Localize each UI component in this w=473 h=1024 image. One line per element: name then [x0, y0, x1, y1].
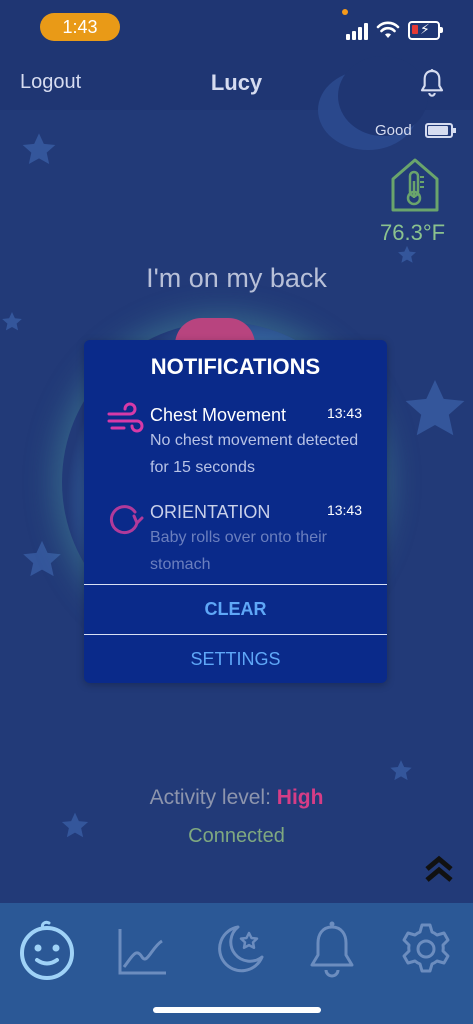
- notification-name: Chest Movement: [150, 405, 287, 425]
- wind-icon: [106, 402, 144, 443]
- thermometer-icon: [390, 157, 440, 218]
- nav-moon-star-icon[interactable]: [208, 917, 272, 981]
- star-decoration: [0, 310, 24, 339]
- app-screen: 1:43 ⚡ Logout Lucy Good 76.3°F I'm on my…: [0, 0, 473, 1024]
- star-decoration: [18, 537, 66, 588]
- star-decoration: [18, 130, 60, 175]
- wifi-icon: [376, 20, 400, 44]
- notifications-modal: NOTIFICATIONS Chest Movement 13:43 No ch…: [84, 340, 387, 683]
- home-indicator[interactable]: [153, 1007, 321, 1013]
- notification-time: 13:43: [326, 405, 362, 421]
- sensor-battery-icon: [425, 123, 456, 138]
- notification-name: ORIENTATION: [150, 502, 271, 522]
- modal-title: NOTIFICATIONS: [150, 354, 321, 379]
- notification-item[interactable]: ORIENTATION 13:43 Baby rolls over onto t…: [84, 497, 387, 577]
- temperature-reading: 76.3°F: [380, 220, 446, 245]
- activity-label: Activity level:: [149, 786, 271, 809]
- page-title: Lucy: [210, 70, 263, 95]
- notification-description: No chest movement detected for 15 second…: [150, 432, 359, 476]
- settings-button[interactable]: SETTINGS: [84, 635, 387, 683]
- bell-icon[interactable]: [416, 66, 448, 105]
- nav-line-chart-icon[interactable]: [112, 917, 176, 981]
- sensor-battery-label: Good: [375, 122, 412, 139]
- connection-status: Connected: [188, 825, 285, 847]
- clear-button[interactable]: CLEAR: [84, 585, 387, 633]
- baby-position-text: I'm on my back: [146, 263, 327, 293]
- notification-item[interactable]: Chest Movement 13:43 No chest movement d…: [84, 400, 387, 480]
- double-chevron-up-icon[interactable]: [424, 855, 454, 888]
- nav-baby-face-icon[interactable]: [15, 917, 79, 981]
- bottom-nav: [0, 903, 473, 1024]
- privacy-indicator-dot: [342, 9, 348, 15]
- status-time: 1:43: [40, 13, 120, 41]
- activity-value: High: [276, 786, 324, 809]
- rotate-icon: [106, 501, 144, 542]
- nav-bell-icon[interactable]: [300, 917, 364, 981]
- battery-charging-icon: ⚡: [408, 21, 443, 40]
- star-decoration: [388, 758, 414, 789]
- star-decoration: [398, 374, 472, 451]
- nav-gear-icon[interactable]: [394, 917, 458, 981]
- notification-time: 13:43: [326, 502, 362, 518]
- notification-description: Baby rolls over onto their stomach: [150, 529, 327, 573]
- activity-level: Activity level: High: [0, 786, 473, 810]
